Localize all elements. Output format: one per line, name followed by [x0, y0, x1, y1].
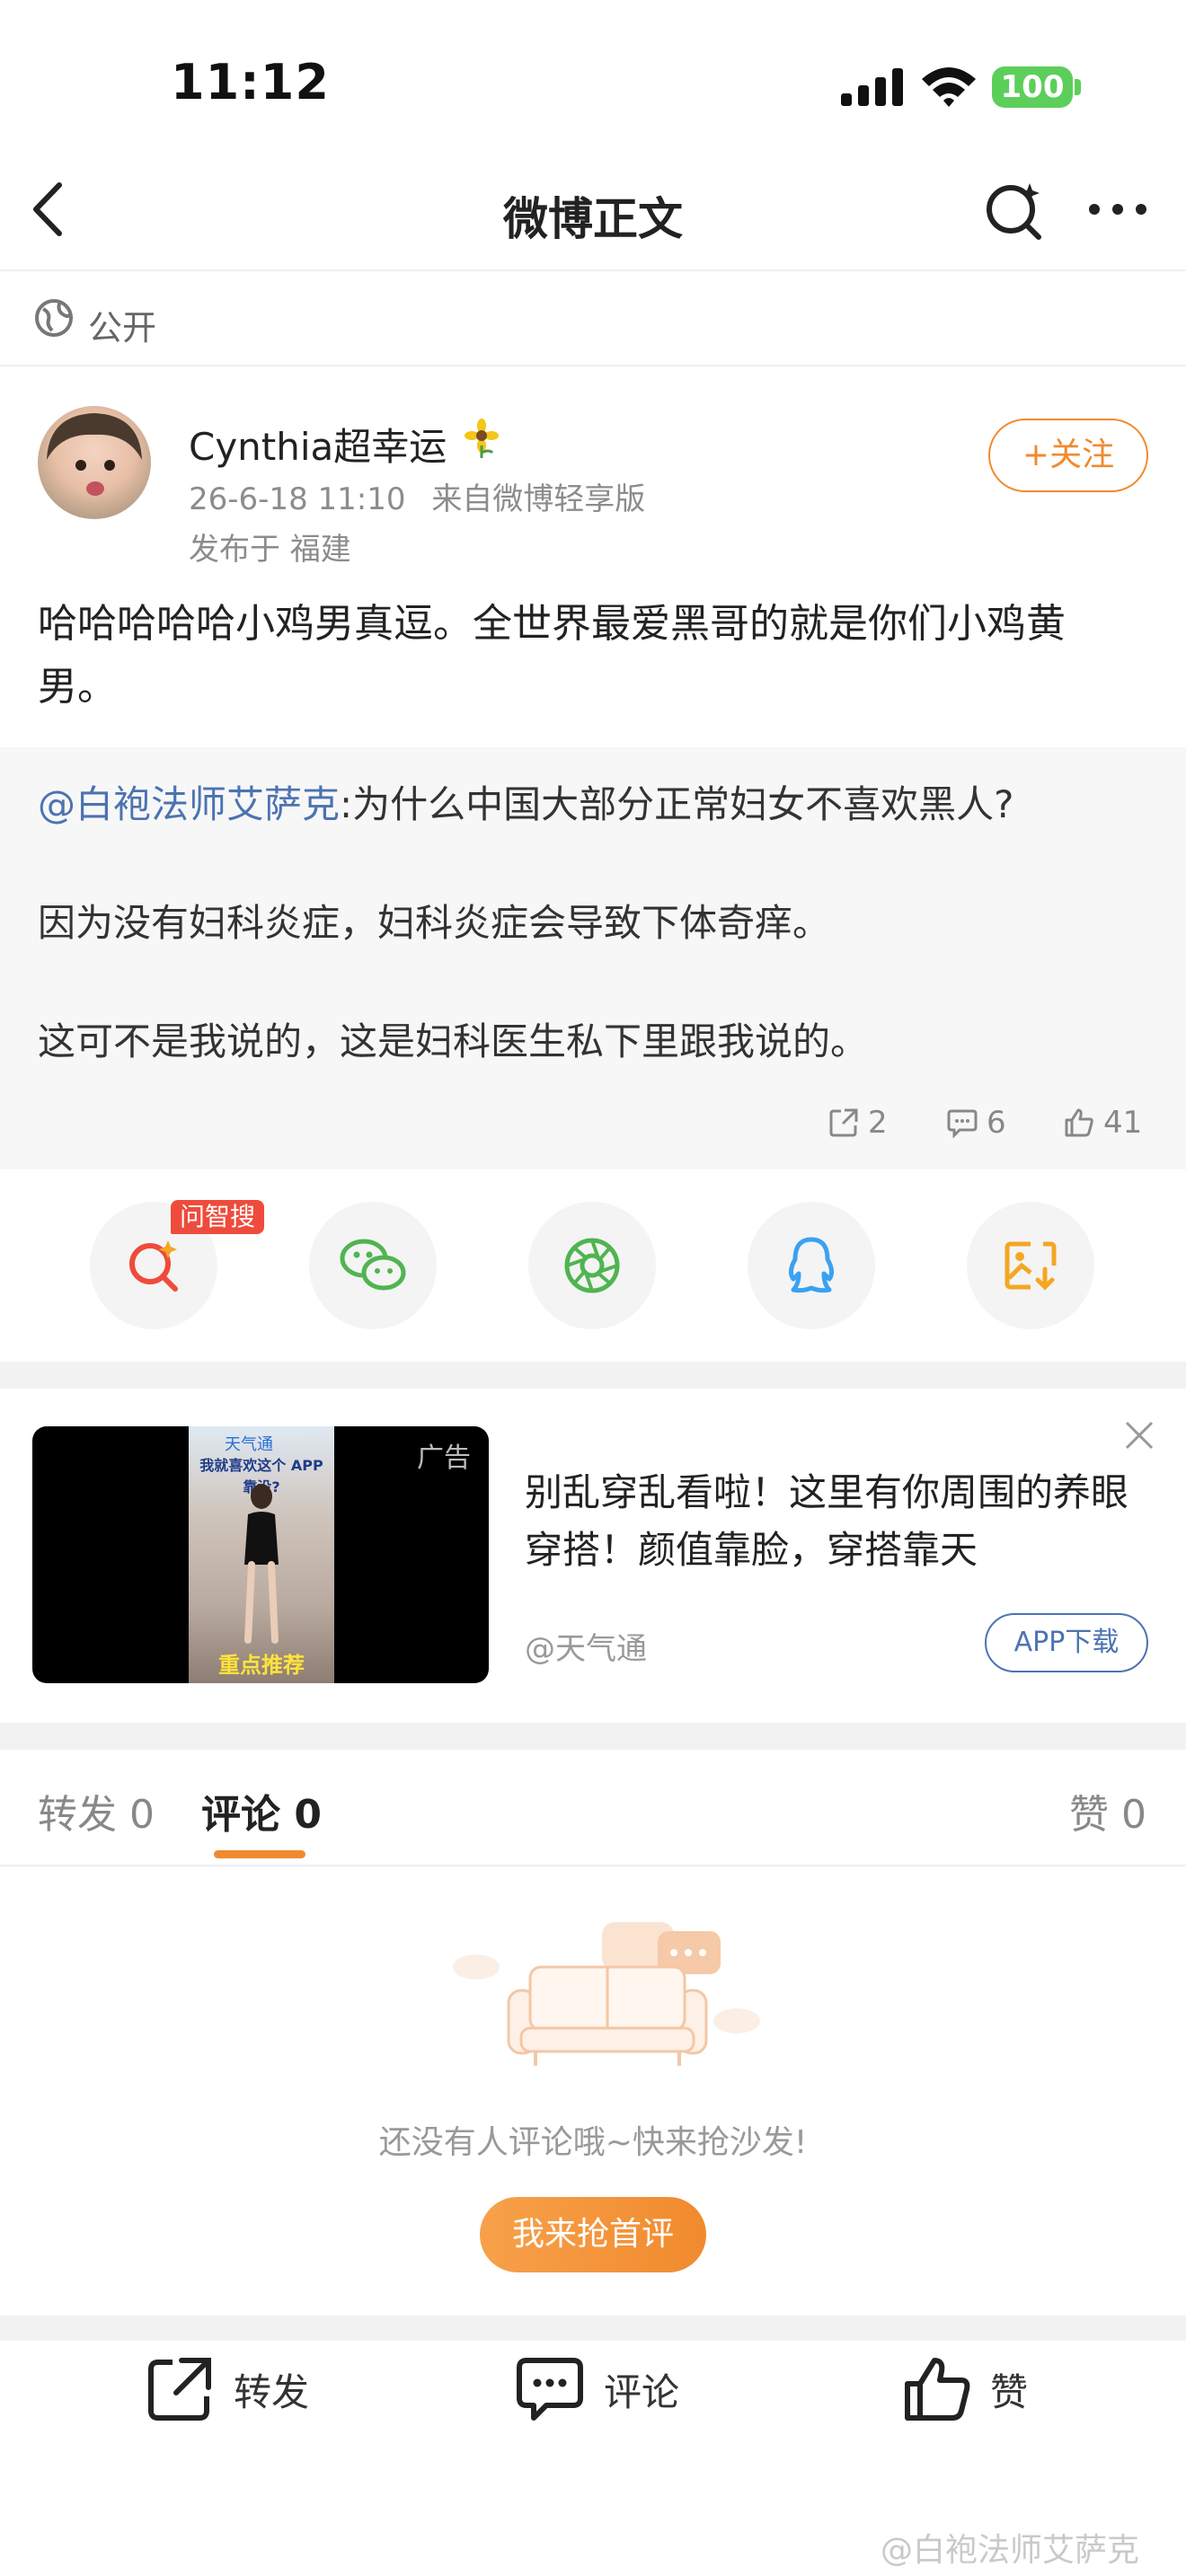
battery-nub [1075, 79, 1081, 95]
bottom-repost-label: 转发 [234, 2369, 310, 2414]
bottom-separator [0, 2316, 1186, 2341]
comment-icon [947, 1109, 978, 1138]
share-moments-button[interactable] [528, 1202, 656, 1329]
share-wechat-button[interactable] [309, 1202, 437, 1329]
active-tab-indicator [214, 1850, 305, 1858]
empty-sofa-illustration [449, 1913, 773, 2075]
comment-icon [517, 2358, 583, 2421]
post-meta: 26-6-18 11:10 来自微博轻享版 [189, 474, 645, 518]
ad-text[interactable]: 别乱穿乱看啦！这里有你周围的养眼穿搭！颜值靠脸，穿搭靠天 [525, 1464, 1154, 1579]
ad-image[interactable]: 天气通 我就喜欢这个 APP 靠没? 重点推荐 广告 [32, 1426, 489, 1683]
thumbs-up-icon [905, 2358, 970, 2421]
signal-icon [841, 68, 904, 106]
repost-comment-count: 6 [987, 1105, 1006, 1141]
post-location: 发布于 福建 [189, 532, 351, 568]
share-icon [148, 2358, 211, 2421]
smart-search-icon [129, 1240, 178, 1292]
username[interactable]: Cynthia超幸运 [189, 417, 447, 472]
section-separator [0, 1362, 1186, 1389]
more-icon[interactable] [1087, 199, 1148, 219]
bottom-like-label: 赞 [990, 2369, 1029, 2414]
globe-icon [34, 298, 74, 338]
section-separator-2 [0, 1723, 1186, 1750]
post-text: 哈哈哈哈哈小鸡男真逗。全世界最爱黑哥的就是你们小鸡黄男。 [38, 601, 1066, 710]
repost-line-1-text: :为什么中国大部分正常妇女不喜欢黑人? [340, 782, 1014, 826]
tabs-divider [0, 1865, 1186, 1866]
battery-indicator: 100 [992, 66, 1073, 108]
ad-figure [244, 1484, 279, 1644]
qq-icon [788, 1237, 835, 1293]
thumbs-up-icon [1065, 1108, 1093, 1137]
status-time: 11:12 [171, 54, 330, 110]
bottom-comment-label: 评论 [604, 2369, 680, 2414]
ad-source: @天气通 [525, 1631, 647, 1667]
post-timestamp: 26-6-18 11:10 [189, 481, 406, 517]
ad-photo: 天气通 我就喜欢这个 APP 靠没? 重点推荐 [189, 1426, 334, 1683]
share-save-image-button[interactable] [967, 1202, 1094, 1329]
repost-line-3: 这可不是我说的，这是妇科医生私下里跟我说的。 [38, 1019, 869, 1063]
tab-like[interactable]: 赞 0 [1069, 1782, 1146, 1839]
bottom-repost-button[interactable]: 转发 [146, 2355, 309, 2423]
ad-tag: 广告 [417, 1442, 471, 1474]
moments-icon [564, 1238, 620, 1293]
tab-comment[interactable]: 评论 0 [201, 1782, 322, 1839]
post-source: 来自微博轻享版 [431, 481, 646, 517]
bottom-comment-button[interactable]: 评论 [516, 2355, 679, 2423]
repost-line-1: @白袍法师艾萨克:为什么中国大部分正常妇女不喜欢黑人? [38, 774, 1152, 829]
watermark: @白袍法师艾萨克 [881, 2532, 1140, 2569]
ad-banner-bottom: 重点推荐 [218, 1653, 305, 1678]
smart-search-badge: 问智搜 [171, 1200, 265, 1234]
repost-like-count: 41 [1103, 1105, 1143, 1141]
share-qq-button[interactable] [748, 1202, 875, 1329]
save-image-icon [1005, 1241, 1057, 1291]
first-comment-button[interactable]: 我来抢首评 [480, 2197, 706, 2272]
bottom-like-button[interactable]: 赞 [902, 2355, 1028, 2423]
follow-button[interactable]: +关注 [988, 419, 1148, 492]
app-download-button[interactable]: APP下载 [985, 1613, 1148, 1672]
avatar[interactable] [38, 406, 151, 519]
repost-share-stat[interactable]: 2 [828, 1105, 888, 1141]
close-icon[interactable] [1123, 1419, 1155, 1451]
share-icon [829, 1108, 858, 1137]
visibility-label: 公开 [88, 308, 157, 348]
visibility-divider [0, 365, 1186, 366]
repost-comment-stat[interactable]: 6 [947, 1105, 1006, 1141]
nav-divider [0, 269, 1186, 271]
wechat-icon [340, 1239, 406, 1291]
repost-share-count: 2 [868, 1105, 888, 1141]
ad-banner-top: 天气通 [225, 1435, 273, 1454]
smart-search-icon[interactable] [983, 180, 1046, 243]
mention-link[interactable]: @白袍法师艾萨克 [38, 782, 340, 826]
tab-repost[interactable]: 转发 0 [38, 1782, 155, 1839]
repost-like-stat[interactable]: 41 [1064, 1105, 1142, 1141]
sunflower-icon [462, 419, 501, 458]
wifi-icon [920, 65, 978, 108]
repost-line-2: 因为没有妇科炎症，妇科炎症会导致下体奇痒。 [38, 901, 831, 945]
empty-comments-text: 还没有人评论哦~快来抢沙发! [378, 2124, 808, 2161]
